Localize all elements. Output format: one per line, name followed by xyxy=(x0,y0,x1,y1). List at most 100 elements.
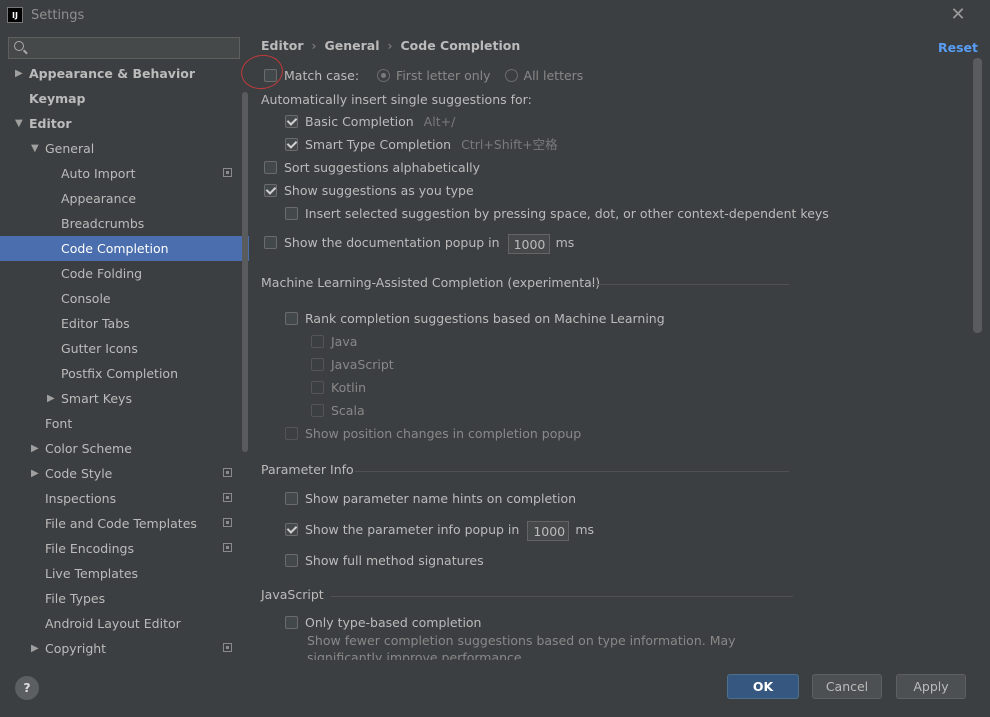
basic-completion-row: Basic Completion Alt+/ xyxy=(285,113,455,131)
sidebar-item-file-and-code-templates[interactable]: File and Code Templates xyxy=(0,511,249,536)
sidebar-item-label: Keymap xyxy=(29,91,86,106)
sidebar-item-font[interactable]: Font xyxy=(0,411,249,436)
sidebar-item-label: Color Scheme xyxy=(45,441,132,456)
sidebar-item-label: Gutter Icons xyxy=(61,341,138,356)
ml-java-checkbox[interactable] xyxy=(311,335,324,348)
full-signatures-label: Show full method signatures xyxy=(305,553,484,568)
breadcrumb-general: General xyxy=(324,38,380,53)
collapse-arrow-icon[interactable]: ▶ xyxy=(31,461,39,486)
param-hints-checkbox[interactable] xyxy=(285,492,298,505)
reset-link[interactable]: Reset xyxy=(938,40,978,55)
sidebar-item-label: Postfix Completion xyxy=(61,366,178,381)
sidebar-item-file-types[interactable]: File Types xyxy=(0,586,249,611)
sidebar-item-postfix-completion[interactable]: Postfix Completion xyxy=(0,361,249,386)
sidebar-item-console[interactable]: Console xyxy=(0,286,249,311)
cancel-button[interactable]: Cancel xyxy=(812,674,882,699)
basic-completion-shortcut: Alt+/ xyxy=(423,114,456,129)
project-scope-icon xyxy=(223,643,232,652)
basic-completion-label: Basic Completion xyxy=(305,114,414,129)
search-icon xyxy=(14,41,24,51)
sidebar-item-file-encodings[interactable]: File Encodings xyxy=(0,536,249,561)
doc-popup-checkbox[interactable] xyxy=(264,236,277,249)
sidebar-item-general[interactable]: ▼ General xyxy=(0,136,249,161)
sidebar-scrollbar[interactable] xyxy=(242,92,248,452)
sidebar-item-android-layout-editor[interactable]: Android Layout Editor xyxy=(0,611,249,636)
collapse-arrow-icon[interactable]: ▶ xyxy=(31,436,39,461)
sidebar-item-label: File and Code Templates xyxy=(45,516,197,531)
window-title: Settings xyxy=(31,8,85,23)
sidebar-item-keymap[interactable]: Keymap xyxy=(0,86,249,111)
sidebar-item-label: Breadcrumbs xyxy=(61,216,145,231)
insert-selected-checkbox[interactable] xyxy=(285,207,298,220)
sidebar-item-label: Editor Tabs xyxy=(61,316,130,331)
settings-search-input[interactable] xyxy=(33,38,237,60)
match-case-label: Match case: xyxy=(284,68,360,83)
doc-popup-ms-label: ms xyxy=(555,235,575,250)
sidebar-item-copyright[interactable]: ▶ Copyright xyxy=(0,636,249,660)
breadcrumb-separator: › xyxy=(311,38,317,53)
sidebar-item-appearance[interactable]: Appearance xyxy=(0,186,249,211)
doc-popup-delay-field[interactable]: 1000 xyxy=(507,233,550,254)
ml-position-checkbox[interactable] xyxy=(285,427,298,440)
sidebar-item-code-completion[interactable]: Code Completion xyxy=(0,236,249,261)
smart-completion-checkbox[interactable] xyxy=(285,138,298,151)
ml-lang-javascript-row: JavaScript xyxy=(311,356,394,374)
sidebar-item-code-style[interactable]: ▶ Code Style xyxy=(0,461,249,486)
sidebar-item-auto-import[interactable]: Auto Import xyxy=(0,161,249,186)
ml-rank-row: Rank completion suggestions based on Mac… xyxy=(285,310,665,328)
sort-alpha-checkbox[interactable] xyxy=(264,161,277,174)
close-icon[interactable]: ✕ xyxy=(948,5,968,25)
ok-button[interactable]: OK xyxy=(727,674,799,699)
ml-section-divider xyxy=(591,284,789,285)
sidebar-item-breadcrumbs[interactable]: Breadcrumbs xyxy=(0,211,249,236)
sidebar-item-color-scheme[interactable]: ▶ Color Scheme xyxy=(0,436,249,461)
type-based-checkbox[interactable] xyxy=(285,616,298,629)
sidebar-item-code-folding[interactable]: Code Folding xyxy=(0,261,249,286)
settings-search-box[interactable] xyxy=(8,37,240,60)
sidebar-item-label: Appearance & Behavior xyxy=(29,66,195,81)
sidebar-item-editor-tabs[interactable]: Editor Tabs xyxy=(0,311,249,336)
param-popup-checkbox[interactable] xyxy=(285,523,298,536)
show-as-type-checkbox[interactable] xyxy=(264,184,277,197)
type-based-description-line1: Show fewer completion suggestions based … xyxy=(307,633,736,648)
param-info-divider xyxy=(355,471,789,472)
match-case-row: Match case: First letter only All letter… xyxy=(264,67,583,85)
ml-scala-checkbox[interactable] xyxy=(311,404,324,417)
param-popup-delay-field[interactable]: 1000 xyxy=(527,520,570,541)
breadcrumb-editor: Editor xyxy=(261,38,304,53)
sidebar-item-live-templates[interactable]: Live Templates xyxy=(0,561,249,586)
collapse-arrow-icon[interactable]: ▶ xyxy=(31,636,39,660)
content-scrollbar[interactable] xyxy=(973,58,982,333)
ml-kotlin-checkbox[interactable] xyxy=(311,381,324,394)
sidebar-item-label: File Types xyxy=(45,591,106,606)
sidebar-item-label: Code Completion xyxy=(61,241,169,256)
first-letter-radio[interactable] xyxy=(377,69,391,82)
expand-arrow-icon[interactable]: ▼ xyxy=(15,111,23,136)
ml-javascript-checkbox[interactable] xyxy=(311,358,324,371)
apply-button[interactable]: Apply xyxy=(896,674,966,699)
ml-javascript-label: JavaScript xyxy=(331,357,394,372)
sidebar-item-editor[interactable]: ▼ Editor xyxy=(0,111,249,136)
smart-completion-shortcut: Ctrl+Shift+空格 xyxy=(461,137,558,152)
ml-java-label: Java xyxy=(331,334,358,349)
param-info-header: Parameter Info xyxy=(261,462,354,477)
full-signatures-checkbox[interactable] xyxy=(285,554,298,567)
project-scope-icon xyxy=(223,518,232,527)
sidebar-item-smart-keys[interactable]: ▶ Smart Keys xyxy=(0,386,249,411)
all-letters-radio[interactable] xyxy=(504,69,518,82)
sidebar-item-label: Editor xyxy=(29,116,72,131)
sidebar-item-label: Android Layout Editor xyxy=(45,616,181,631)
sidebar-item-gutter-icons[interactable]: Gutter Icons xyxy=(0,336,249,361)
ml-rank-checkbox[interactable] xyxy=(285,312,298,325)
collapse-arrow-icon[interactable]: ▶ xyxy=(15,61,23,86)
param-hints-row: Show parameter name hints on completion xyxy=(285,490,576,508)
basic-completion-checkbox[interactable] xyxy=(285,115,298,128)
collapse-arrow-icon[interactable]: ▶ xyxy=(47,386,55,411)
help-icon[interactable]: ? xyxy=(15,676,39,700)
insert-selected-label: Insert selected suggestion by pressing s… xyxy=(305,206,829,221)
expand-arrow-icon[interactable]: ▼ xyxy=(31,136,39,161)
param-popup-ms-label: ms xyxy=(575,522,595,537)
sidebar-item-inspections[interactable]: Inspections xyxy=(0,486,249,511)
project-scope-icon xyxy=(223,168,232,177)
sidebar-item-appearance-behavior[interactable]: ▶ Appearance & Behavior xyxy=(0,61,249,86)
